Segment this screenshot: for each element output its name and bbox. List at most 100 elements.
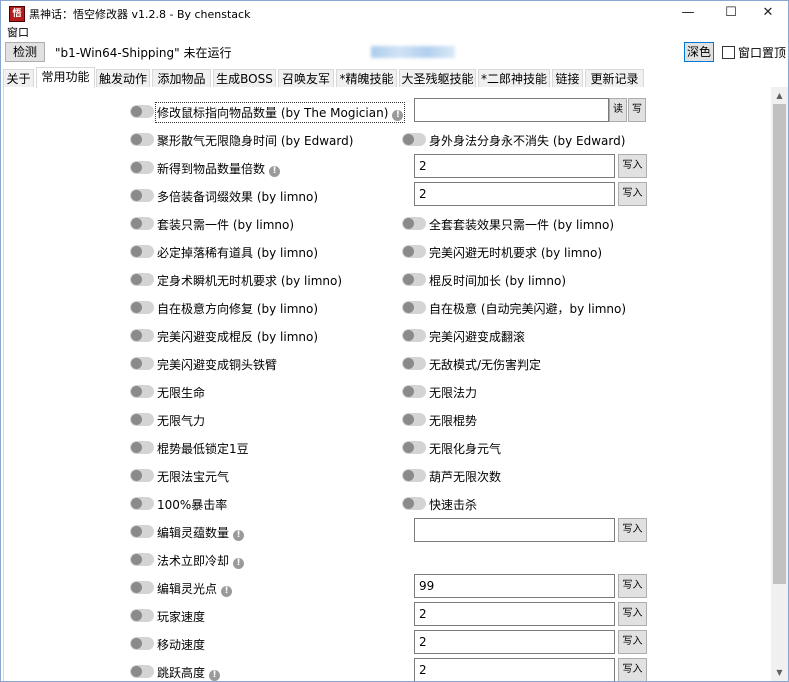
tab-common[interactable]: 常用功能 (36, 67, 95, 88)
toggle-row[interactable]: 无限化身元气 (402, 438, 662, 458)
toggle-switch[interactable] (402, 413, 426, 426)
toggle-switch[interactable] (130, 245, 154, 258)
value-input[interactable]: 2 (414, 154, 615, 178)
toggle-switch[interactable] (130, 133, 154, 146)
toggle-row[interactable]: 无限生命 (130, 382, 400, 402)
toggle-switch[interactable] (130, 413, 154, 426)
toggle-row[interactable]: 身外身法分身永不消失 (by Edward) (402, 130, 662, 150)
tab-great-sage-skills[interactable]: 大圣残躯技能 (399, 69, 476, 87)
toggle-switch[interactable] (130, 525, 154, 538)
tab-erlang-skills[interactable]: *二郎神技能 (478, 69, 550, 87)
value-input[interactable] (414, 518, 615, 542)
title-bar[interactable]: 悟 黑神话：悟空修改器 v1.2.8 - By chenstack — ☐ ✕ (1, 1, 788, 25)
toggle-row[interactable]: 套装只需一件 (by limno) (130, 214, 400, 234)
tab-spirit-skills[interactable]: *精魄技能 (336, 69, 397, 87)
toggle-row[interactable]: 玩家速度 (130, 606, 400, 626)
tab-about[interactable]: 关于 (3, 69, 34, 87)
value-input[interactable] (414, 98, 609, 122)
topmost-checkbox[interactable]: 窗口置顶 (722, 44, 786, 61)
toggle-switch[interactable] (130, 273, 154, 286)
info-icon[interactable]: ! (221, 586, 233, 597)
write-button[interactable]: 写入 (618, 154, 647, 178)
toggle-switch[interactable] (130, 217, 154, 230)
info-icon[interactable]: ! (233, 558, 245, 569)
toggle-row[interactable]: 必定掉落稀有道具 (by limno) (130, 242, 400, 262)
tab-changelog[interactable]: 更新记录 (585, 69, 644, 87)
toggle-row[interactable]: 法术立即冷却! (130, 550, 400, 570)
menu-window[interactable]: 窗口 (7, 25, 29, 41)
toggle-switch[interactable] (130, 385, 154, 398)
toggle-switch[interactable] (402, 273, 426, 286)
toggle-row[interactable]: 多倍装备词缀效果 (by limno) (130, 186, 400, 206)
toggle-switch[interactable] (402, 245, 426, 258)
detect-button[interactable]: 检测 (5, 42, 45, 62)
toggle-row[interactable]: 快速击杀 (402, 494, 662, 514)
tab-add-items[interactable]: 添加物品 (152, 69, 211, 87)
toggle-switch[interactable] (130, 609, 154, 622)
toggle-row[interactable]: 葫芦无限次数 (402, 466, 662, 486)
write-button[interactable]: 写入 (618, 574, 647, 598)
toggle-row[interactable]: 全套套装效果只需一件 (by limno) (402, 214, 662, 234)
value-input[interactable]: 2 (414, 602, 615, 626)
info-icon[interactable]: ! (269, 166, 281, 177)
toggle-row[interactable]: 新得到物品数量倍数! (130, 158, 400, 178)
toggle-row[interactable]: 完美闪避变成铜头铁臂 (130, 354, 400, 374)
dark-mode-button[interactable]: 深色 (684, 42, 714, 62)
value-input[interactable]: 2 (414, 182, 615, 206)
tab-links[interactable]: 链接 (552, 69, 583, 87)
toggle-switch[interactable] (130, 637, 154, 650)
toggle-row[interactable]: 定身术瞬机无时机要求 (by limno) (130, 270, 400, 290)
toggle-switch[interactable] (130, 469, 154, 482)
toggle-row[interactable]: 无限棍势 (402, 410, 662, 430)
value-input[interactable]: 99 (414, 574, 615, 598)
toggle-switch[interactable] (130, 329, 154, 342)
scroll-thumb[interactable] (773, 104, 786, 584)
toggle-row[interactable]: 跳跃高度! (130, 662, 400, 681)
toggle-switch[interactable] (402, 385, 426, 398)
checkbox-box[interactable] (722, 46, 735, 59)
write-button[interactable]: 写入 (618, 182, 647, 206)
info-icon[interactable]: ! (233, 530, 245, 541)
toggle-row[interactable]: 无限气力 (130, 410, 400, 430)
toggle-row[interactable]: 自在极意 (自动完美闪避，by limno) (402, 298, 662, 318)
vertical-scrollbar[interactable]: ▲ ▼ (771, 87, 788, 681)
toggle-switch[interactable] (402, 497, 426, 510)
toggle-switch[interactable] (402, 469, 426, 482)
toggle-switch[interactable] (130, 189, 154, 202)
toggle-switch[interactable] (402, 133, 426, 146)
toggle-row[interactable]: 完美闪避变成翻滚 (402, 326, 662, 346)
toggle-row[interactable]: 无限法力 (402, 382, 662, 402)
toggle-row[interactable]: 无限法宝元气 (130, 466, 400, 486)
toggle-switch[interactable] (402, 441, 426, 454)
toggle-row[interactable]: 移动速度 (130, 634, 400, 654)
toggle-row[interactable]: 棍反时间加长 (by limno) (402, 270, 662, 290)
write-button[interactable]: 写入 (618, 518, 647, 542)
toggle-row[interactable]: 聚形散气无限隐身时间 (by Edward) (130, 130, 400, 150)
tab-summon-allies[interactable]: 召唤友军 (278, 69, 334, 87)
info-icon[interactable]: ! (392, 110, 404, 121)
value-input[interactable]: 2 (414, 630, 615, 654)
value-input[interactable]: 2 (414, 658, 615, 681)
toggle-switch[interactable] (130, 497, 154, 510)
write-button[interactable]: 写入 (618, 602, 647, 626)
write-button[interactable]: 写入 (618, 658, 647, 681)
toggle-switch[interactable] (402, 357, 426, 370)
toggle-switch[interactable] (130, 581, 154, 594)
toggle-switch[interactable] (402, 329, 426, 342)
read-button[interactable]: 读 (609, 98, 627, 122)
tab-spawn-boss[interactable]: 生成BOSS (213, 69, 276, 87)
toggle-row[interactable]: 棍势最低锁定1豆 (130, 438, 400, 458)
scroll-down-icon[interactable]: ▼ (771, 664, 788, 681)
minimize-icon[interactable]: — (668, 1, 708, 25)
write-button[interactable]: 写 (628, 98, 646, 122)
maximize-icon[interactable]: ☐ (711, 1, 751, 25)
toggle-row[interactable]: 100%暴击率 (130, 494, 400, 514)
toggle-switch[interactable] (402, 301, 426, 314)
toggle-switch[interactable] (130, 161, 154, 174)
tab-trigger-actions[interactable]: 触发动作 (96, 69, 150, 87)
toggle-row[interactable]: 完美闪避无时机要求 (by limno) (402, 242, 662, 262)
toggle-switch[interactable] (130, 105, 154, 118)
toggle-switch[interactable] (402, 217, 426, 230)
toggle-switch[interactable] (130, 665, 154, 678)
close-icon[interactable]: ✕ (748, 1, 788, 25)
